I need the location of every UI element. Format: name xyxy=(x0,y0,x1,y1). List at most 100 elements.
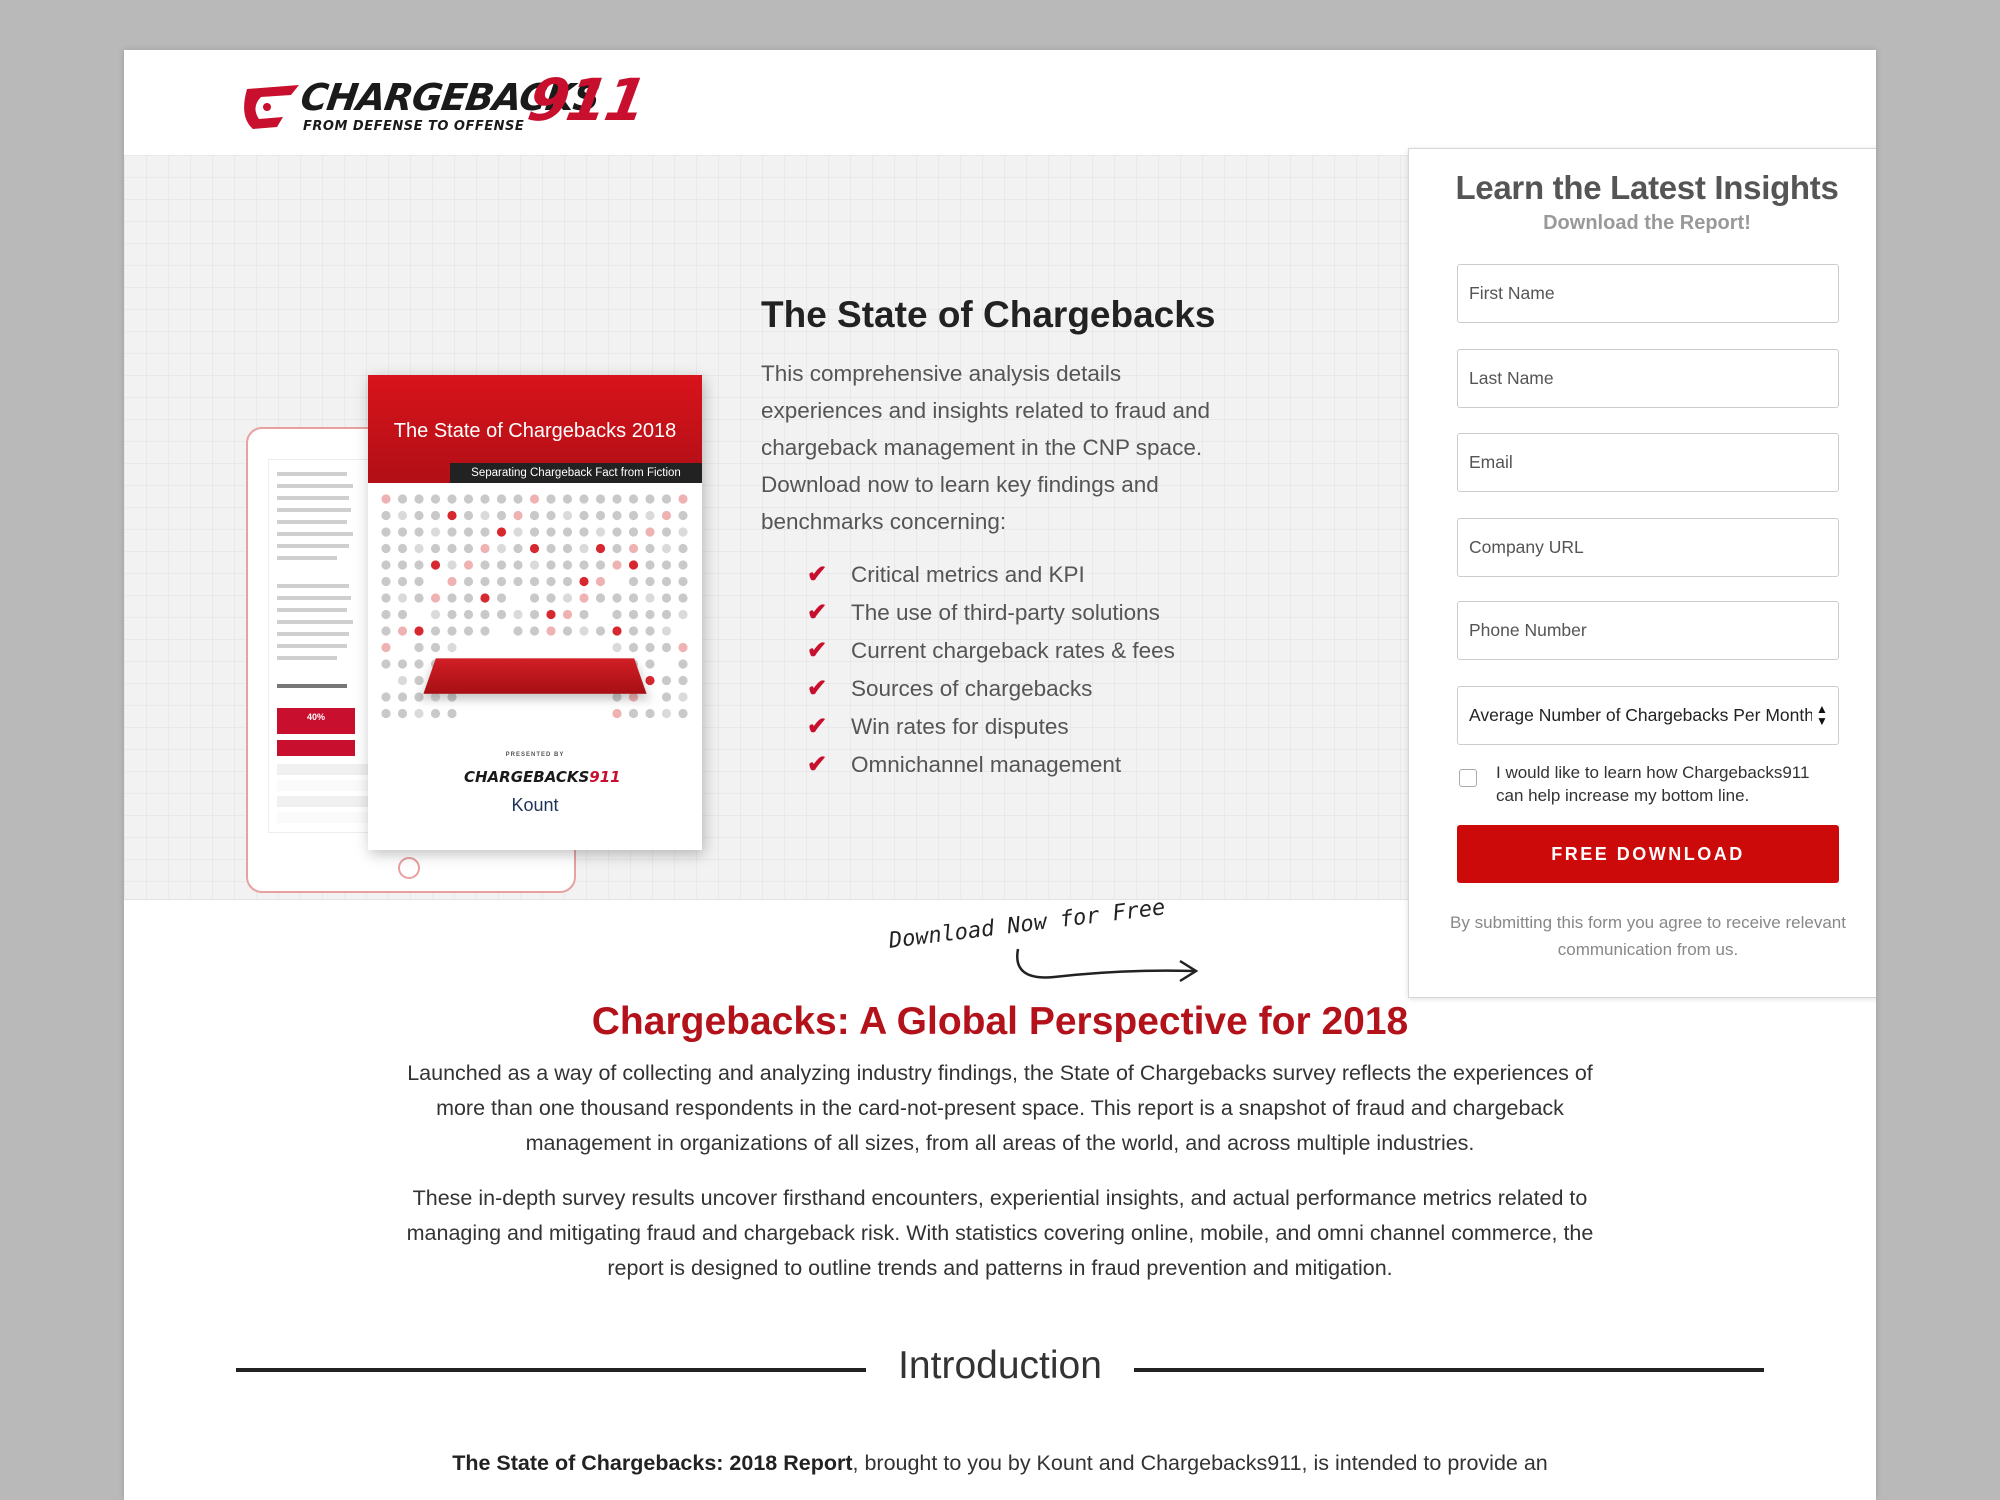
pattern-dot xyxy=(513,494,523,504)
pattern-dot xyxy=(562,576,573,587)
pattern-dot xyxy=(496,543,507,554)
pattern-dot xyxy=(562,494,573,504)
pattern-dot xyxy=(579,626,589,636)
pattern-dot xyxy=(397,692,408,702)
pattern-dot xyxy=(579,510,589,521)
pattern-dot xyxy=(612,494,622,504)
pattern-dot xyxy=(661,675,672,686)
pattern-dot xyxy=(661,708,672,719)
pattern-dot xyxy=(447,560,457,570)
pattern-dot xyxy=(678,527,688,537)
email-input[interactable] xyxy=(1457,433,1839,492)
bottom-line-checkbox[interactable] xyxy=(1459,769,1477,787)
benefit-checklist: ✔ Critical metrics and KPI ✔ The use of th… xyxy=(807,556,1175,784)
pattern-dot xyxy=(414,642,424,653)
pattern-dot xyxy=(513,543,523,554)
company-url-input[interactable] xyxy=(1457,518,1839,577)
pattern-dot xyxy=(414,543,424,554)
pattern-dot xyxy=(414,626,424,636)
pattern-dot xyxy=(414,593,424,603)
pattern-dot xyxy=(513,609,523,620)
pattern-dot xyxy=(447,510,457,521)
pattern-dot xyxy=(397,708,408,719)
pattern-dot xyxy=(496,609,507,620)
hero-intro: This comprehensive analysis details expe… xyxy=(761,361,1211,534)
pattern-dot xyxy=(595,576,606,587)
pattern-dot xyxy=(579,609,589,620)
pattern-dot xyxy=(381,593,391,603)
pattern-dot xyxy=(595,626,606,636)
pattern-dot xyxy=(661,494,672,504)
free-download-button[interactable]: FREE DOWNLOAD xyxy=(1457,825,1839,883)
pattern-dot xyxy=(645,527,655,537)
pattern-dot xyxy=(678,642,688,653)
pattern-dot xyxy=(645,543,655,554)
pattern-dot xyxy=(480,510,490,521)
last-name-input[interactable] xyxy=(1457,349,1839,408)
checklist-item: ✔ Win rates for disputes xyxy=(807,708,1175,746)
pattern-dot xyxy=(414,708,424,719)
pattern-dot xyxy=(546,626,556,636)
introduction-text: , brought to you by Kount and Chargeback… xyxy=(852,1451,1548,1475)
checklist-item: ✔ Omnichannel management xyxy=(807,746,1175,784)
pattern-dot xyxy=(430,494,441,504)
pattern-dot xyxy=(496,494,507,504)
pattern-dot xyxy=(678,675,688,686)
pattern-dot xyxy=(381,560,391,570)
pattern-dot xyxy=(612,543,622,554)
pattern-dot xyxy=(381,708,391,719)
pattern-dot xyxy=(645,576,655,587)
pattern-dot xyxy=(678,576,688,587)
pattern-dot xyxy=(546,543,556,554)
introduction-paragraph: The State of Chargebacks: 2018 Report, b… xyxy=(404,1446,1596,1481)
pattern-dot xyxy=(430,593,441,603)
pattern-dot xyxy=(579,543,589,554)
chargebacks911-logo[interactable]: CHARGEBACKS 911 FROM DEFENSE TO OFFENSE xyxy=(239,66,650,144)
pattern-dot xyxy=(661,626,672,636)
first-name-input[interactable] xyxy=(1457,264,1839,323)
pattern-dot xyxy=(546,510,556,521)
checkmark-icon: ✔ xyxy=(807,561,828,588)
checklist-text: Omnichannel management xyxy=(851,752,1122,777)
pattern-dot xyxy=(381,543,391,554)
checkmark-icon: ✔ xyxy=(807,599,828,626)
report-cover-title: The State of Chargebacks 2018 xyxy=(393,420,677,442)
pattern-dot xyxy=(529,609,540,620)
pattern-dot xyxy=(595,494,606,504)
pattern-dot xyxy=(496,593,507,603)
pattern-dot xyxy=(430,626,441,636)
report-logo-word: CHARGEBACKS xyxy=(464,768,590,786)
pattern-dot xyxy=(529,560,540,570)
pattern-dot xyxy=(414,560,424,570)
pattern-dot xyxy=(447,494,457,504)
logo-mark-icon xyxy=(244,85,299,129)
select-arrows-icon: ▲ ▼ xyxy=(1812,687,1832,744)
pattern-dot xyxy=(628,609,639,620)
form-title: Learn the Latest Insights xyxy=(1455,169,1839,206)
pattern-dot xyxy=(381,626,391,636)
pattern-dot xyxy=(645,510,655,521)
pattern-dot xyxy=(397,609,408,620)
tablet-home-button xyxy=(398,857,420,879)
pattern-dot xyxy=(447,642,457,653)
pattern-dot xyxy=(595,593,606,603)
pattern-dot xyxy=(562,609,573,620)
pattern-dot xyxy=(447,626,457,636)
pattern-dot xyxy=(397,576,408,587)
phone-number-input[interactable] xyxy=(1457,601,1839,660)
chargebacks-per-month-select[interactable]: Average Number of Chargebacks Per Month … xyxy=(1457,686,1839,745)
kount-logo: Kount xyxy=(511,795,559,815)
landing-page: CHARGEBACKS 911 FROM DEFENSE TO OFFENSE xyxy=(124,50,1876,1500)
pattern-dot xyxy=(397,510,408,521)
form-subtitle: Download the Report! xyxy=(1543,212,1751,234)
pattern-dot xyxy=(447,609,457,620)
pattern-dot xyxy=(628,708,639,719)
pattern-dot xyxy=(381,527,391,537)
pattern-dot xyxy=(397,659,408,669)
checkbox-label[interactable]: I would like to learn how Chargebacks911… xyxy=(1496,761,1836,807)
pattern-dot xyxy=(414,659,424,669)
tablet-stat-badge: 40% xyxy=(277,708,355,734)
curved-arrow-icon xyxy=(1016,948,1199,983)
pattern-dot xyxy=(645,659,655,669)
pattern-dot xyxy=(463,494,474,504)
